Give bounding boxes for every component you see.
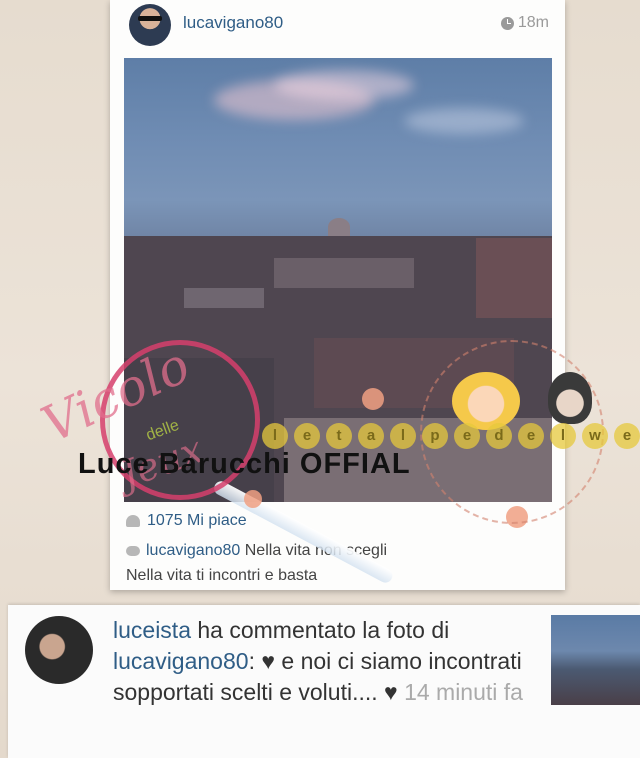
talpe-letter: l [550, 423, 576, 449]
commenter-avatar[interactable] [25, 616, 93, 684]
watermark-official: Luce Barucchi OFFIAL [78, 448, 411, 480]
talpe-letter: l [262, 423, 288, 449]
commenter-username[interactable]: luceista [113, 617, 191, 643]
watermark-talpe-del-web: l e t a l p e d e l w e [262, 423, 640, 449]
notification-post-user[interactable]: lucavigano80 [113, 648, 249, 674]
talpe-letter: p [422, 423, 448, 449]
talpe-letter: w [582, 423, 608, 449]
paw-icon [244, 490, 262, 508]
comment-bubble-icon [126, 545, 140, 556]
notification-text-a: ha commentato la foto di [190, 617, 450, 643]
post-time: 18m [500, 14, 549, 32]
talpe-letter: e [294, 423, 320, 449]
talpe-letter: e [614, 423, 640, 449]
talpe-letter: e [454, 423, 480, 449]
talpe-letter: e [518, 423, 544, 449]
post-username[interactable]: lucavigano80 [183, 13, 283, 33]
post-thumbnail[interactable] [551, 615, 640, 705]
talpe-letter: d [486, 423, 512, 449]
post-time-label: 18m [517, 14, 549, 31]
user-avatar[interactable] [129, 4, 171, 46]
caption-username[interactable]: lucavigano80 [146, 542, 240, 559]
caption-line-2: Nella vita ti incontri e basta [126, 567, 318, 584]
notification-time: 14 minuti fa [404, 679, 523, 705]
likes-count: 1075 Mi piace [147, 512, 247, 529]
likes-row[interactable]: 1075 Mi piace [126, 512, 247, 530]
talpe-letter: a [358, 423, 384, 449]
talpe-letter: t [326, 423, 352, 449]
notification-text: luceista ha commentato la foto di lucavi… [113, 615, 543, 708]
heart-icon [126, 515, 140, 527]
clock-icon [500, 16, 514, 30]
paw-icon [362, 388, 384, 410]
comment-notification[interactable]: luceista ha commentato la foto di lucavi… [8, 605, 640, 758]
talpe-letter: l [390, 423, 416, 449]
